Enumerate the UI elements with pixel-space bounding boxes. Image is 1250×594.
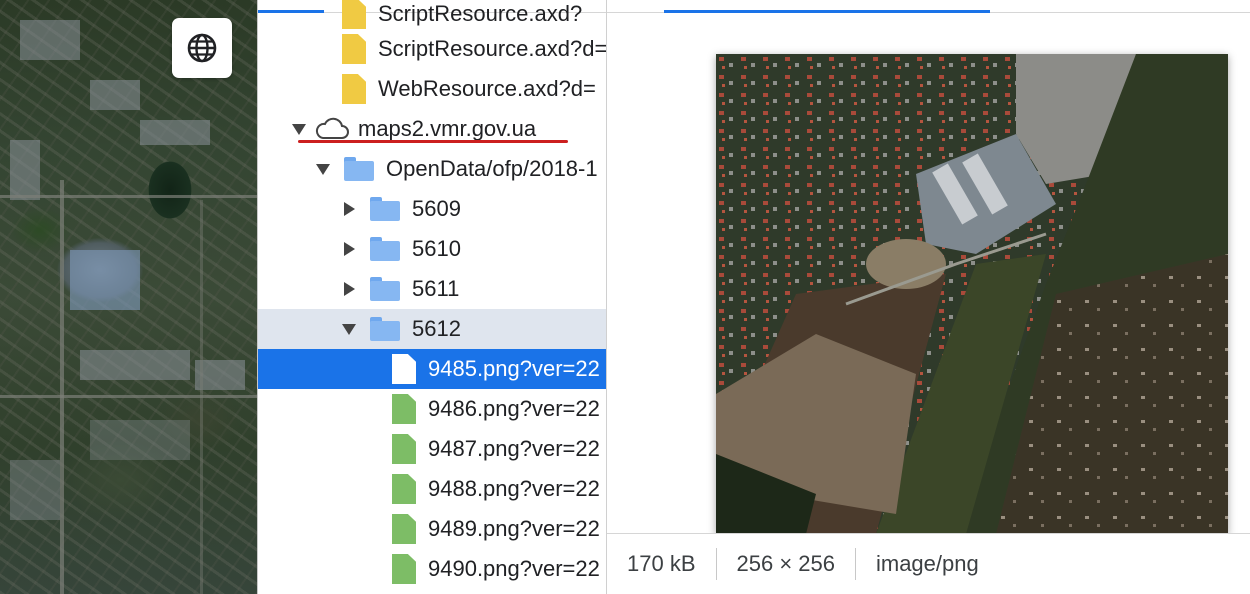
preview-panel: 170 kB 256 × 256 image/png <box>607 0 1250 594</box>
map-building-cluster <box>80 350 190 380</box>
script-file-icon <box>342 0 366 29</box>
folder-icon <box>370 237 400 261</box>
mime-type: image/png <box>854 548 999 580</box>
chevron-down-icon[interactable] <box>316 162 330 176</box>
chevron-right-icon[interactable] <box>342 282 356 296</box>
tree-item-folder[interactable]: 5612 <box>258 309 606 349</box>
map-building-cluster <box>140 120 210 145</box>
image-file-icon <box>392 554 416 584</box>
image-file-icon <box>392 394 416 424</box>
tree-item-file[interactable]: ScriptResource.axd?d= <box>258 29 606 69</box>
folder-icon <box>370 317 400 341</box>
chevron-down-icon[interactable] <box>342 322 356 336</box>
sources-file-tree[interactable]: ScriptResource.axd? ScriptResource.axd?d… <box>257 0 607 594</box>
satellite-tile-preview <box>716 54 1228 534</box>
image-file-icon <box>392 474 416 504</box>
chevron-right-icon[interactable] <box>342 242 356 256</box>
status-bar: 170 kB 256 × 256 image/png <box>607 533 1250 594</box>
map-road <box>0 195 257 198</box>
tree-item-image[interactable]: 9486.png?ver=22 <box>258 389 606 429</box>
tree-item-folder[interactable]: OpenData/ofp/2018-1 <box>258 149 606 189</box>
globe-icon <box>187 33 217 63</box>
chevron-down-icon[interactable] <box>292 122 306 136</box>
preview-tab-indicator[interactable] <box>664 10 990 13</box>
map-building-cluster <box>70 250 140 310</box>
image-dimensions: 256 × 256 <box>715 548 855 580</box>
map-road <box>0 395 257 398</box>
annotation-underline <box>298 140 568 143</box>
folder-icon <box>370 197 400 221</box>
globe-button[interactable] <box>172 18 232 78</box>
tree-item-file[interactable]: WebResource.axd?d= <box>258 69 606 109</box>
tree-item-image[interactable]: 9487.png?ver=22 <box>258 429 606 469</box>
map-building-cluster <box>90 420 190 460</box>
folder-icon <box>370 277 400 301</box>
tree-item-image-selected[interactable]: 9485.png?ver=22 <box>258 349 606 389</box>
file-size: 170 kB <box>627 551 696 576</box>
tree-item-image[interactable]: 9490.png?ver=22 <box>258 549 606 589</box>
tree-item-image[interactable]: 9489.png?ver=22 <box>258 509 606 549</box>
map-building-cluster <box>10 460 60 520</box>
script-file-icon <box>342 34 366 64</box>
map-building-cluster <box>20 20 80 60</box>
script-file-icon <box>342 74 366 104</box>
tree-item-folder[interactable]: 5610 <box>258 229 606 269</box>
folder-icon <box>344 157 374 181</box>
satellite-tile-image <box>716 54 1228 534</box>
map-building-cluster <box>90 80 140 110</box>
image-file-icon <box>392 514 416 544</box>
tree-item-domain[interactable]: maps2.vmr.gov.ua <box>258 109 606 149</box>
tree-item-folder[interactable]: 5609 <box>258 189 606 229</box>
cloud-icon <box>315 117 349 139</box>
map-view[interactable] <box>0 0 257 594</box>
image-file-icon <box>392 354 416 384</box>
map-road <box>60 180 64 594</box>
chevron-right-icon[interactable] <box>342 202 356 216</box>
map-road <box>200 200 203 594</box>
image-file-icon <box>392 434 416 464</box>
tree-item-folder[interactable]: 5611 <box>258 269 606 309</box>
tree-item-image[interactable]: 9488.png?ver=22 <box>258 469 606 509</box>
map-building-cluster <box>10 140 40 200</box>
